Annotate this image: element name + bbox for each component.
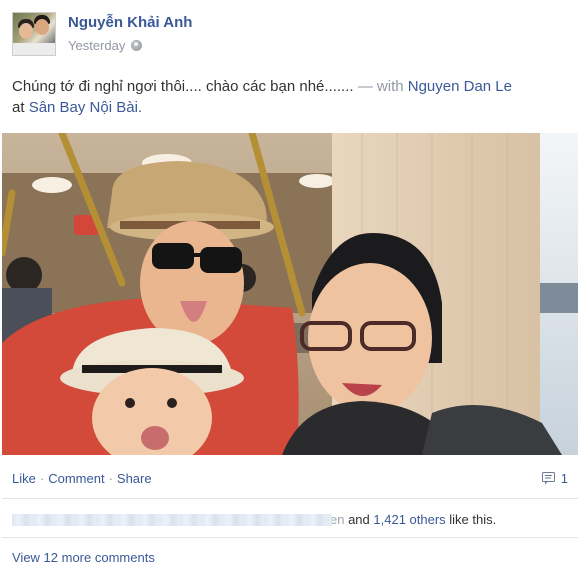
view-more-comments-link[interactable]: View 12 more comments bbox=[12, 550, 155, 565]
like-link[interactable]: Like bbox=[12, 471, 36, 486]
likes-and: and bbox=[344, 512, 374, 527]
photo-illustration bbox=[2, 133, 578, 455]
author-name[interactable]: Nguyễn Khải Anh bbox=[68, 14, 192, 31]
post-actions: Like · Comment · Share 1 bbox=[12, 471, 568, 486]
comment-icon bbox=[541, 472, 555, 485]
at-prefix: at bbox=[12, 99, 25, 116]
likes-summary: en and 1,421 others like this. bbox=[12, 512, 496, 527]
share-link[interactable]: Share bbox=[117, 471, 152, 486]
post-timestamp[interactable]: Yesterday bbox=[68, 38, 125, 53]
post-meta: Nguyễn Khải Anh Yesterday bbox=[68, 14, 192, 58]
likes-suffix: like this. bbox=[445, 512, 497, 527]
blurred-names bbox=[12, 513, 332, 526]
facebook-post: Nguyễn Khải Anh Yesterday Chúng tớ đi ng… bbox=[0, 0, 580, 577]
message-text: Chúng tớ đi nghỉ ngơi thôi.... chào các … bbox=[12, 78, 354, 95]
tagged-person-link[interactable]: Nguyen Dan Le bbox=[408, 78, 512, 95]
action-separator: · bbox=[108, 471, 113, 486]
with-prefix: — with bbox=[357, 78, 404, 95]
post-message: Chúng tớ đi nghỉ ngơi thôi.... chào các … bbox=[12, 76, 568, 118]
likes-others-link[interactable]: 1,421 others bbox=[373, 512, 445, 527]
comment-link[interactable]: Comment bbox=[48, 471, 104, 486]
post-photo[interactable] bbox=[2, 133, 578, 455]
location-link[interactable]: Sân Bay Nội Bài. bbox=[29, 99, 142, 116]
action-separator: · bbox=[39, 471, 45, 486]
blurred-name-tail: en bbox=[330, 512, 345, 527]
divider bbox=[2, 498, 578, 499]
comment-count-value: 1 bbox=[560, 471, 568, 486]
divider bbox=[2, 537, 578, 538]
post-header: Nguyễn Khải Anh Yesterday bbox=[12, 12, 192, 58]
globe-icon[interactable] bbox=[131, 40, 143, 51]
post-timestamp-row: Yesterday bbox=[68, 38, 192, 53]
author-avatar[interactable] bbox=[12, 12, 56, 56]
comment-count[interactable]: 1 bbox=[541, 471, 568, 486]
